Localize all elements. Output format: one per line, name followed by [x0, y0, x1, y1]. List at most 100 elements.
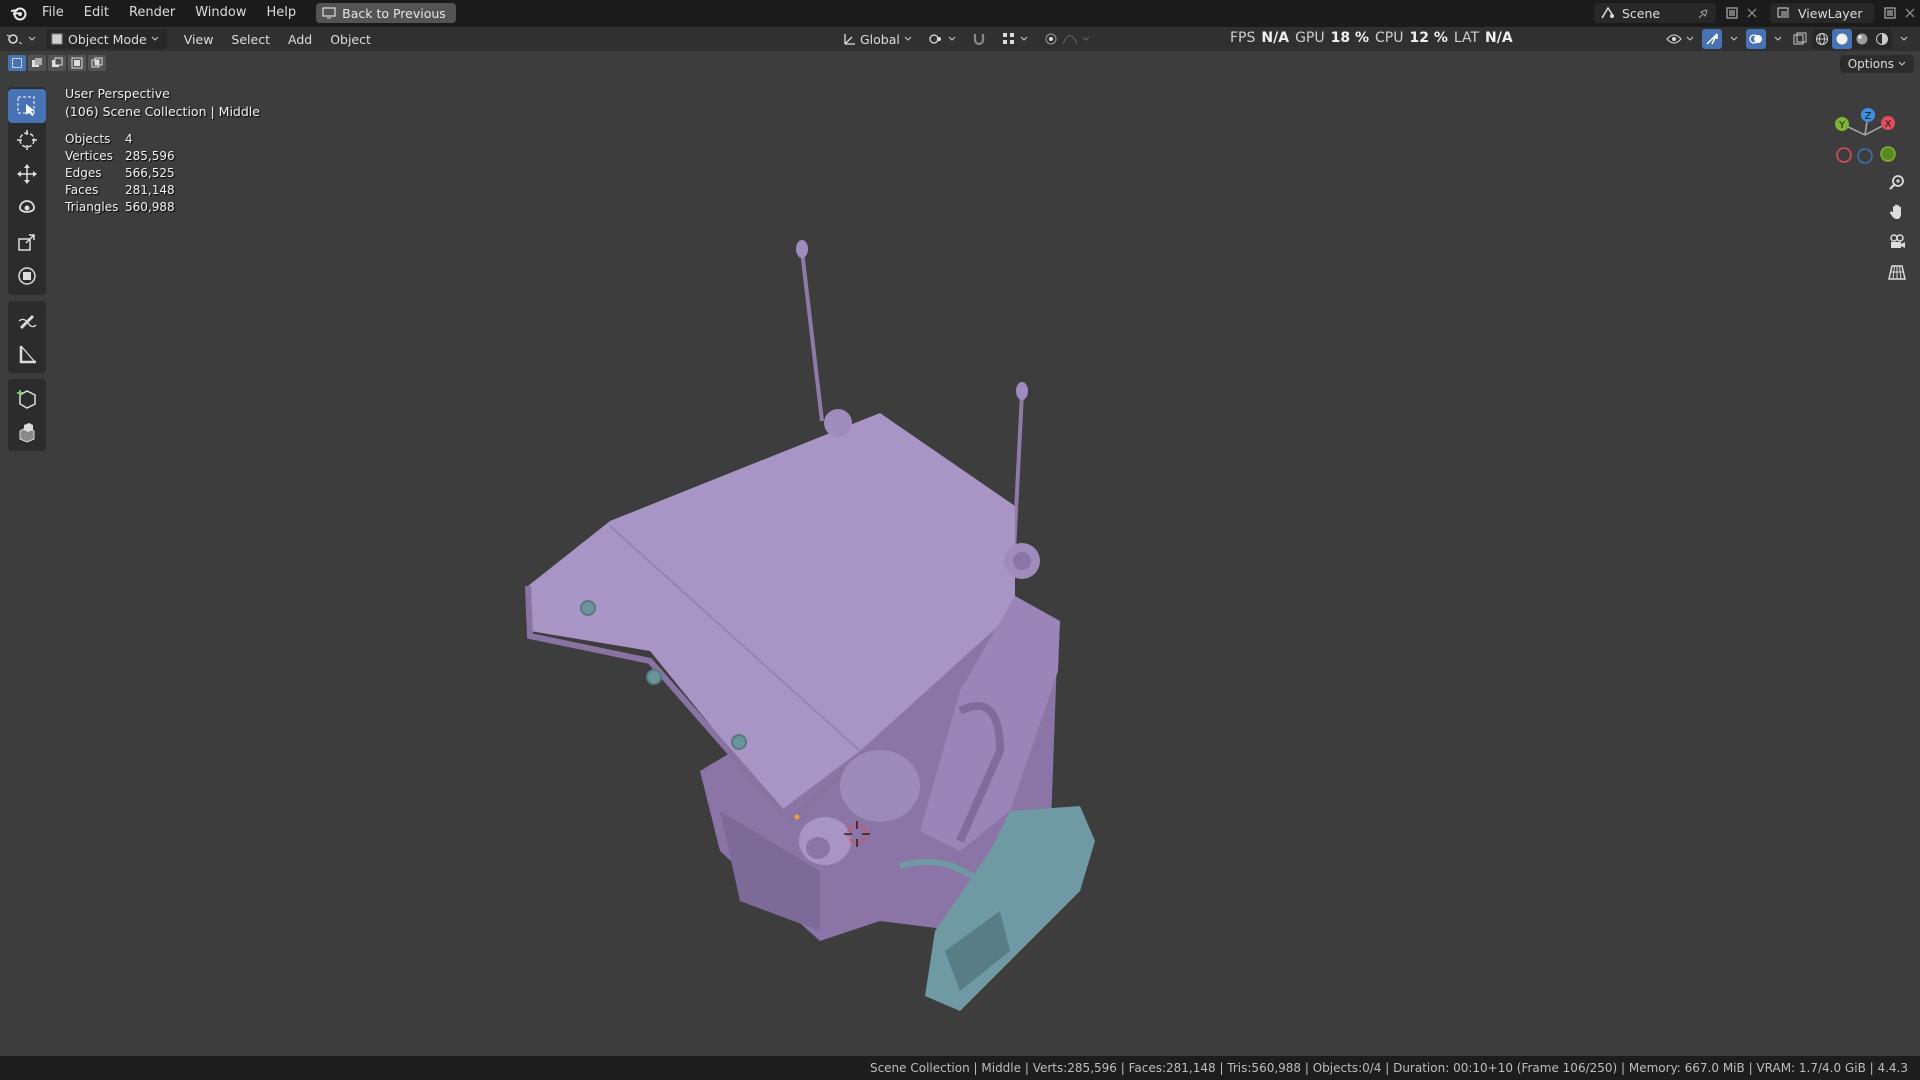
grid-perspective-icon: [1888, 263, 1906, 281]
viewport-menu-view[interactable]: View: [175, 32, 223, 47]
cpu-label: CPU: [1375, 30, 1404, 46]
select-intersect-mode[interactable]: [88, 55, 106, 71]
bolt: [580, 600, 596, 616]
tool-rotate[interactable]: [8, 191, 46, 225]
back-to-previous-button[interactable]: Back to Previous: [316, 3, 456, 23]
overlays-icon: [1749, 32, 1763, 46]
scene-selector[interactable]: Scene: [1594, 3, 1716, 23]
eye-icon: [1666, 33, 1682, 45]
view-perspective-label: User Perspective: [65, 86, 170, 101]
stat-value: 560,988: [125, 200, 175, 214]
snap-toggle[interactable]: [966, 29, 992, 49]
chevron-down-icon: [1686, 36, 1694, 42]
select-new-mode[interactable]: [8, 55, 26, 71]
menu-file[interactable]: File: [32, 0, 74, 26]
move-arrows-icon: [16, 163, 38, 185]
blender-logo-icon[interactable]: [6, 0, 32, 26]
stat-row: Vertices 285,596: [65, 148, 175, 165]
object-mode-icon: [50, 32, 64, 46]
tool-add-cube[interactable]: [8, 381, 46, 415]
snap-target-select[interactable]: [996, 29, 1034, 49]
camera-icon: [1888, 233, 1906, 251]
select-subtract-icon: [51, 57, 63, 69]
menu-window[interactable]: Window: [185, 0, 256, 26]
new-scene-icon[interactable]: [1722, 3, 1742, 23]
pan-button[interactable]: [1884, 199, 1910, 225]
proportional-editing-toggle[interactable]: [1038, 29, 1096, 49]
select-invert-icon: [71, 57, 83, 69]
falloff-curve-icon: [1062, 33, 1078, 45]
zoom-button[interactable]: [1884, 169, 1910, 195]
hand-icon: [1888, 203, 1906, 221]
viewport-menu-object[interactable]: Object: [321, 32, 380, 47]
navigation-gizmo[interactable]: Y Z X: [1830, 95, 1900, 165]
new-view-layer-icon[interactable]: [1880, 3, 1900, 23]
tool-shelf: [8, 87, 46, 457]
transform-controls: Global: [836, 29, 1096, 49]
xray-toggle[interactable]: [1790, 29, 1810, 49]
tool-cursor[interactable]: [8, 123, 46, 157]
view-layer-icon: [1776, 6, 1792, 20]
tool-transform[interactable]: [8, 259, 46, 293]
object-mode-select[interactable]: Object Mode: [46, 29, 167, 49]
transform-icon: [16, 265, 38, 287]
3d-viewport[interactable]: Options User Perspective (106) Scene Col…: [0, 51, 1920, 1056]
menu-edit[interactable]: Edit: [74, 0, 119, 26]
chevron-down-icon: [1082, 36, 1090, 42]
menu-help[interactable]: Help: [257, 0, 307, 26]
magnet-icon: [972, 32, 986, 46]
shading-rendered[interactable]: [1872, 29, 1892, 49]
select-intersect-icon: [91, 57, 103, 69]
select-extend-mode[interactable]: [28, 55, 46, 71]
object-origin: [794, 814, 800, 820]
options-button[interactable]: Options: [1839, 55, 1914, 73]
pivot-point-select[interactable]: [922, 29, 962, 49]
tool-extrude[interactable]: [8, 415, 46, 449]
shading-wireframe[interactable]: [1812, 29, 1832, 49]
orientation-select[interactable]: Global: [836, 29, 918, 49]
shading-options[interactable]: [1894, 29, 1914, 49]
antenna-left-tip: [796, 240, 808, 258]
shading-material[interactable]: [1852, 29, 1872, 49]
stat-row: Triangles 560,988: [65, 199, 175, 216]
overlays-options[interactable]: [1768, 29, 1788, 49]
view-layer-selector[interactable]: ViewLayer: [1770, 3, 1874, 23]
tool-select-box[interactable]: [8, 89, 46, 123]
active-collection-label: (106) Scene Collection | Middle: [65, 104, 260, 119]
tool-scale[interactable]: [8, 225, 46, 259]
tool-move[interactable]: [8, 157, 46, 191]
pencil-icon: [16, 309, 38, 331]
stat-value: 566,525: [125, 166, 175, 180]
rendered-sphere-icon: [1875, 32, 1889, 46]
performance-readout: FPS N/A GPU 18 % CPU 12 % LAT N/A: [1230, 27, 1513, 49]
close-scene-icon[interactable]: [1742, 3, 1762, 23]
pin-icon[interactable]: [1698, 7, 1710, 19]
gizmo-options[interactable]: [1724, 29, 1744, 49]
options-label: Options: [1847, 57, 1894, 71]
close-view-layer-icon[interactable]: [1900, 3, 1920, 23]
toggle-projection-button[interactable]: [1884, 259, 1910, 285]
visibility-select[interactable]: [1660, 29, 1700, 49]
3d-model-robot[interactable]: [500, 181, 1120, 1041]
camera-view-button[interactable]: [1884, 229, 1910, 255]
chevron-down-icon: [1898, 61, 1906, 67]
menu-render[interactable]: Render: [119, 0, 185, 26]
shading-solid[interactable]: [1832, 29, 1852, 49]
select-subtract-mode[interactable]: [48, 55, 66, 71]
stat-value: 281,148: [125, 183, 175, 197]
tool-annotate[interactable]: [8, 303, 46, 337]
tool-measure[interactable]: [8, 337, 46, 371]
gpu-label: GPU: [1295, 30, 1325, 46]
select-invert-mode[interactable]: [68, 55, 86, 71]
rotate-icon: [16, 197, 38, 219]
editor-type-button[interactable]: [0, 29, 42, 49]
chevron-down-icon: [904, 36, 912, 42]
select-box-icon: [16, 95, 38, 117]
ruler-icon: [16, 343, 38, 365]
viewport-header: Object Mode View Select Add Object Globa…: [0, 27, 1920, 51]
select-extend-icon: [31, 57, 43, 69]
gizmo-toggle[interactable]: [1702, 29, 1722, 49]
viewport-menu-add[interactable]: Add: [279, 32, 321, 47]
overlays-toggle[interactable]: [1746, 29, 1766, 49]
viewport-menu-select[interactable]: Select: [222, 32, 279, 47]
